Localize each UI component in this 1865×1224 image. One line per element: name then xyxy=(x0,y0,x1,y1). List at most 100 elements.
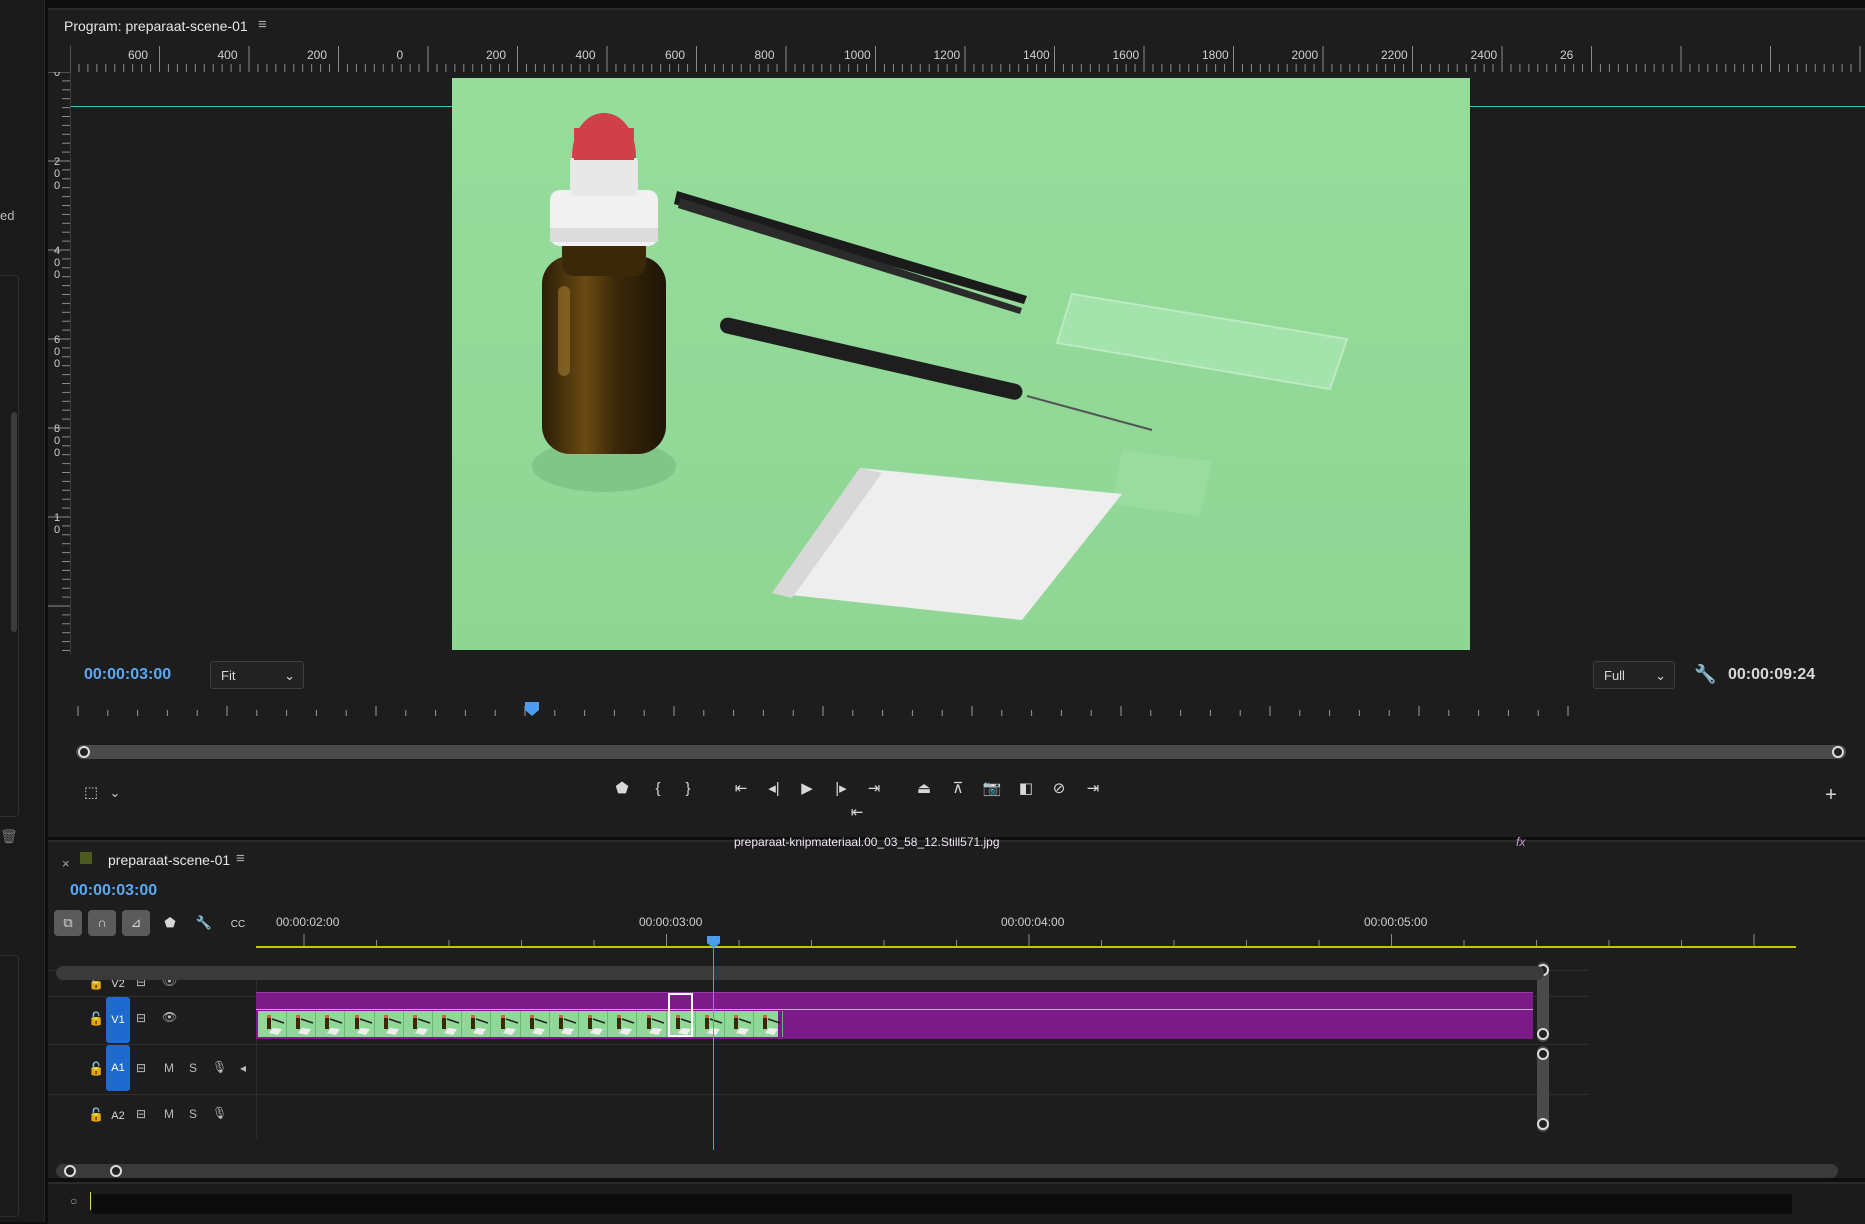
project-scrollbar[interactable] xyxy=(11,412,17,632)
project-panel-edge: ed 🗑 xyxy=(0,0,45,1222)
scrub-playhead[interactable] xyxy=(525,702,540,716)
safe-margins-icon[interactable]: ⬚ xyxy=(78,780,104,806)
timeline-playhead-line[interactable] xyxy=(713,946,714,1150)
clip-thumbnail xyxy=(638,1011,667,1037)
track-header-v1: 🔓 V1 ⊟ 👁 xyxy=(48,997,256,1043)
zoom-bar-right-handle[interactable] xyxy=(1832,746,1844,758)
time-ruler-label: 00:00:02:00 xyxy=(276,915,340,929)
timeline-zoom-scrollbar[interactable] xyxy=(56,1164,1838,1178)
scroll-handle-top[interactable] xyxy=(1537,1048,1549,1060)
vertical-ruler-label: 2 xyxy=(54,156,60,168)
zoom-handle-right[interactable] xyxy=(110,1165,122,1177)
track-target-a2[interactable]: A2 xyxy=(106,1104,130,1128)
clip-thumbnail-image xyxy=(413,1015,431,1035)
hamburger-menu-icon[interactable]: ≡ xyxy=(236,850,245,867)
ruler-label: 2000 xyxy=(1292,48,1319,62)
time-ruler-label: 00:00:04:00 xyxy=(1001,915,1065,929)
trash-icon[interactable]: 🗑 xyxy=(0,828,18,845)
audio-tracks-scrollbar[interactable] xyxy=(1537,1046,1549,1132)
track-a1[interactable]: 🔓 A1 ⊟ M S 🎙 ◂ xyxy=(48,1044,1588,1095)
ruler-label: 200 xyxy=(486,48,506,62)
zoom-bar-left-handle[interactable] xyxy=(78,746,90,758)
lock-icon[interactable]: 🔓 xyxy=(88,1011,104,1027)
nest-icon: ⧉ xyxy=(63,915,73,930)
extract-button[interactable]: ⊼ xyxy=(945,776,971,802)
captions-tool[interactable]: CC xyxy=(224,910,252,936)
hamburger-menu-icon[interactable]: ≡ xyxy=(258,16,267,33)
zoom-level-dropdown[interactable]: Fit ⌄ xyxy=(210,661,304,689)
video-frame[interactable] xyxy=(452,78,1470,650)
track-target-a1[interactable]: A1 xyxy=(106,1045,130,1091)
playback-resolution-value: Full xyxy=(1604,668,1625,683)
caret-left-icon[interactable]: ◂ xyxy=(240,1061,246,1075)
sequence-tab-title[interactable]: preparaat-scene-01 xyxy=(108,852,230,868)
linked-selection-tool[interactable]: ⊿ xyxy=(122,910,150,936)
microphone-icon[interactable]: 🎙 xyxy=(212,1106,227,1120)
time-ruler-ticks[interactable] xyxy=(256,934,1796,952)
go-to-end-button[interactable]: ⇥ xyxy=(1080,776,1106,802)
add-marker-tool[interactable]: ⬟ xyxy=(156,910,184,936)
sync-lock-icon[interactable]: ⊟ xyxy=(136,1061,146,1075)
vertical-ruler-label: 0 xyxy=(54,257,60,269)
sync-lock-icon[interactable]: ⊟ xyxy=(136,1011,146,1025)
track-header-a2: 🔓 A2 ⊟ M S 🎙 xyxy=(48,1095,256,1139)
chevron-down-icon[interactable]: ⌄ xyxy=(102,780,128,806)
mark-out-button[interactable]: } xyxy=(675,776,701,802)
vertical-ruler-ticks: 020040060080010 xyxy=(48,67,70,651)
work-area-bar[interactable] xyxy=(256,946,1796,948)
magnet-icon: ∩ xyxy=(97,915,107,930)
chevron-down-icon: ⌄ xyxy=(1655,668,1666,683)
program-canvas[interactable] xyxy=(71,72,1865,654)
zoom-handle-left[interactable] xyxy=(64,1165,76,1177)
wrench-icon[interactable]: 🔧 xyxy=(1694,664,1716,685)
vertical-ruler-label: 0 xyxy=(54,358,60,370)
status-field[interactable] xyxy=(92,1194,1792,1214)
solo-button[interactable]: S xyxy=(189,1061,197,1075)
timeline-horizontal-scrollbar[interactable] xyxy=(56,966,1544,980)
program-monitor-title[interactable]: Program: preparaat-scene-01 xyxy=(64,18,248,34)
mute-button[interactable]: M xyxy=(164,1061,174,1075)
sync-lock-icon[interactable]: ⊟ xyxy=(136,1107,146,1121)
selected-frame-marker[interactable] xyxy=(668,993,693,1037)
clip-name: preparaat-knipmateriaal.00_03_58_12.Stil… xyxy=(734,835,1000,849)
insert-overwrite-tool[interactable]: ⧉ xyxy=(54,910,82,936)
snap-tool[interactable]: ∩ xyxy=(88,910,116,936)
lift-button[interactable]: ⏏ xyxy=(911,776,937,802)
track-target-v1[interactable]: V1 xyxy=(106,997,130,1043)
lock-icon[interactable]: 🔓 xyxy=(88,1107,104,1123)
comparison-icon: ◧ xyxy=(1018,780,1034,797)
vr-video-button[interactable]: ⊘ xyxy=(1046,776,1072,802)
solo-button[interactable]: S xyxy=(189,1107,197,1121)
fx-badge[interactable]: fx xyxy=(1516,835,1525,849)
clip-opacity-line[interactable] xyxy=(256,1009,1533,1010)
timeline-settings-tool[interactable]: 🔧 xyxy=(190,910,218,936)
lock-icon[interactable]: 🔓 xyxy=(88,1061,104,1077)
export-frame-button[interactable]: 📷 xyxy=(979,776,1005,802)
track-a2[interactable]: 🔓 A2 ⊟ M S 🎙 xyxy=(48,1094,1588,1139)
mark-in-button[interactable]: { xyxy=(645,776,671,802)
timeline-timecode[interactable]: 00:00:03:00 xyxy=(70,882,157,900)
playhead-timecode[interactable]: 00:00:03:00 xyxy=(84,666,171,684)
microphone-icon[interactable]: 🎙 xyxy=(212,1060,227,1074)
ruler-label: 400 xyxy=(576,48,596,62)
go-to-in-button[interactable]: ⇤ xyxy=(728,776,754,802)
comparison-view-button[interactable]: ◧ xyxy=(1013,776,1039,802)
add-button-icon[interactable]: + xyxy=(1818,782,1844,808)
eye-icon[interactable]: 👁 xyxy=(162,1010,177,1024)
step-back-button[interactable]: ◂| xyxy=(761,776,787,802)
step-forward-button[interactable]: |▸ xyxy=(828,776,854,802)
zoom-scroll-bar[interactable] xyxy=(76,745,1846,759)
add-marker-button[interactable]: ⬟ xyxy=(609,776,635,802)
go-to-in-point-icon[interactable]: ⇤ xyxy=(844,800,870,826)
sequence-color-swatch xyxy=(80,852,92,864)
camera-icon: 📷 xyxy=(982,780,1002,797)
ruler-label: 1600 xyxy=(1113,48,1140,62)
go-to-out-button[interactable]: ⇥ xyxy=(861,776,887,802)
play-button[interactable]: ▶ xyxy=(794,776,820,802)
scroll-handle-bottom[interactable] xyxy=(1537,1028,1549,1040)
scroll-handle-bottom[interactable] xyxy=(1537,1118,1549,1130)
playback-resolution-dropdown[interactable]: Full ⌄ xyxy=(1593,661,1675,689)
mute-button[interactable]: M xyxy=(164,1107,174,1121)
close-icon[interactable]: × xyxy=(62,856,70,871)
playback-scrub-ticks[interactable] xyxy=(70,702,1860,724)
